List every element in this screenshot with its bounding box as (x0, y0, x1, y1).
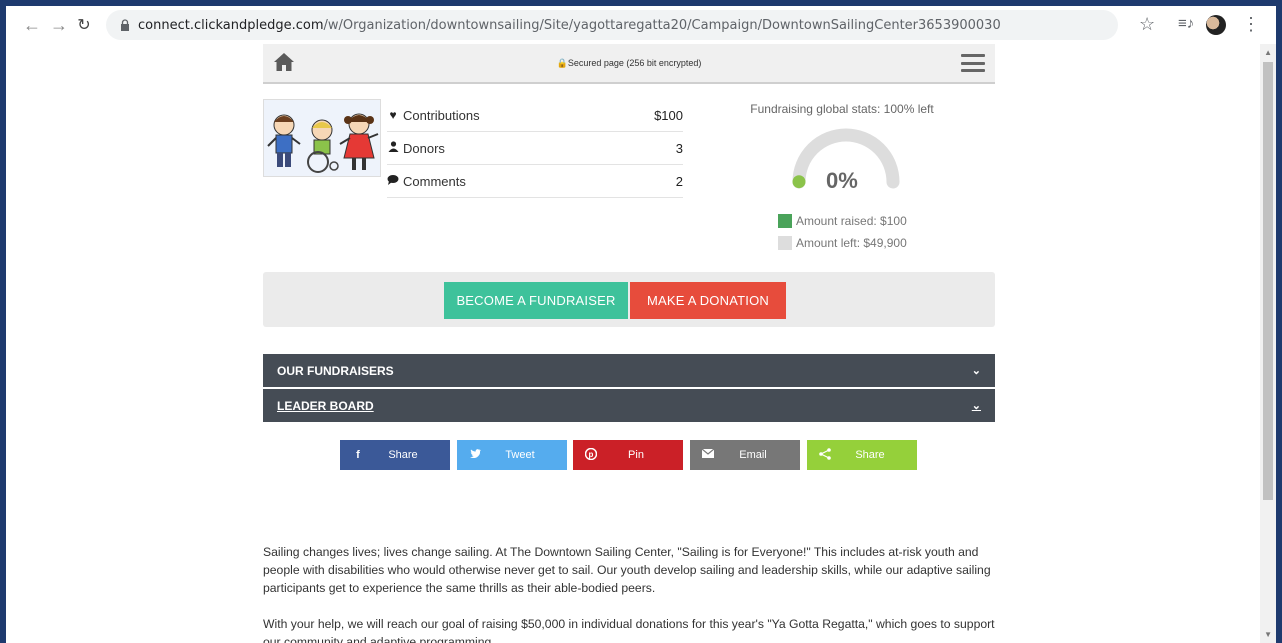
campaign-logo (263, 99, 381, 177)
menu-kebab-icon[interactable]: ⋮ (1242, 14, 1260, 35)
share-label: Email (739, 449, 767, 461)
campaign-stats: ♥ Contributions $100 Donors 3 Comments 2 (387, 99, 683, 198)
scroll-up-arrow-icon[interactable]: ▲ (1264, 48, 1272, 57)
user-icon (387, 141, 399, 155)
become-fundraiser-button[interactable]: BECOME A FUNDRAISER (444, 282, 628, 319)
url-host: connect.clickandpledge.com (138, 17, 324, 33)
browser-toolbar: ← → ↻ connect.clickandpledge.com/w/Organ… (6, 6, 1276, 44)
pinterest-icon: p (573, 447, 609, 463)
address-bar[interactable]: connect.clickandpledge.com/w/Organizatio… (106, 10, 1118, 40)
stat-label: Contributions (403, 107, 480, 123)
forward-arrow-icon[interactable]: → (47, 13, 71, 37)
legend-left-text: Amount left: $49,900 (796, 236, 907, 250)
stat-value: 3 (675, 140, 683, 156)
lock-icon: 🔒 (556, 58, 568, 68)
email-share-button[interactable]: Email (690, 440, 800, 470)
site-header: 🔒Secured page (256 bit encrypted) (263, 44, 995, 84)
chevron-down-icon: ⌄ (971, 365, 981, 377)
make-donation-button[interactable]: MAKE A DONATION (630, 282, 786, 319)
stat-row-donors: Donors 3 (387, 132, 683, 165)
stat-row-comments: Comments 2 (387, 165, 683, 198)
facebook-icon: f (356, 449, 360, 461)
stat-row-contributions: ♥ Contributions $100 (387, 99, 683, 132)
accordion-label: LEADER BOARD (277, 398, 374, 413)
pinterest-pin-button[interactable]: p Pin (573, 440, 683, 470)
scroll-thumb[interactable] (1263, 62, 1273, 500)
legend-left: Amount left: $49,900 (778, 236, 907, 250)
gauge-percent: 0% (826, 168, 858, 193)
share-nodes-icon (807, 447, 843, 463)
legend-raised: Amount raised: $100 (778, 214, 907, 228)
twitter-bird-icon (457, 449, 493, 461)
chevron-down-underline-icon: ⌄ (971, 400, 981, 412)
share-label: Tweet (505, 449, 535, 461)
stat-label: Donors (403, 140, 445, 156)
action-panel: BECOME A FUNDRAISER MAKE A DONATION (263, 272, 995, 327)
svg-text:p: p (589, 450, 594, 459)
vertical-scrollbar[interactable]: ▲ ▼ (1260, 44, 1276, 643)
url-path: /w/Organization/downtownsailing/Site/yag… (323, 17, 1001, 33)
heart-icon: ♥ (389, 108, 397, 122)
media-control-icon[interactable]: ≡♪ (1178, 15, 1194, 32)
legend-swatch-left (778, 236, 792, 250)
leader-board-accordion[interactable]: LEADER BOARD ⌄ (263, 389, 995, 422)
gauge-marker (792, 175, 806, 189)
envelope-icon (690, 448, 726, 461)
share-label: Share (855, 449, 885, 461)
reload-icon[interactable]: ↻ (72, 13, 96, 37)
url-text: connect.clickandpledge.com/w/Organizatio… (138, 18, 1001, 33)
hamburger-menu-icon[interactable] (961, 54, 985, 72)
twitter-tweet-button[interactable]: Tweet (457, 440, 567, 470)
legend-swatch-raised (778, 214, 792, 228)
back-arrow-icon[interactable]: ← (20, 13, 44, 37)
facebook-share-button[interactable]: f Share (340, 440, 450, 470)
stat-value: 2 (675, 173, 683, 189)
page-viewport: 🔒Secured page (256 bit encrypted) ♥ Cont… (6, 44, 1276, 643)
comment-icon (387, 174, 399, 188)
sharethis-share-button[interactable]: Share (807, 440, 917, 470)
share-label: Share (388, 449, 418, 461)
secured-notice: 🔒Secured page (256 bit encrypted) (263, 58, 995, 69)
star-icon[interactable]: ☆ (1139, 14, 1155, 35)
share-label: Pin (628, 449, 644, 461)
campaign-description: Sailing changes lives; lives change sail… (263, 543, 1003, 643)
description-paragraph: With your help, we will reach our goal o… (263, 617, 995, 643)
scroll-down-arrow-icon[interactable]: ▼ (1264, 630, 1272, 639)
gauge-title: Fundraising global stats: 100% left (750, 102, 934, 116)
our-fundraisers-accordion[interactable]: OUR FUNDRAISERS ⌄ (263, 354, 995, 387)
secured-text: Secured page (256 bit encrypted) (567, 58, 702, 68)
stat-label: Comments (403, 173, 466, 189)
accordion-label: OUR FUNDRAISERS (277, 363, 394, 378)
lock-icon (121, 19, 129, 31)
legend-raised-text: Amount raised: $100 (796, 214, 907, 228)
description-paragraph: Sailing changes lives; lives change sail… (263, 545, 991, 595)
profile-avatar[interactable] (1206, 15, 1226, 35)
stat-value: $100 (654, 107, 683, 123)
